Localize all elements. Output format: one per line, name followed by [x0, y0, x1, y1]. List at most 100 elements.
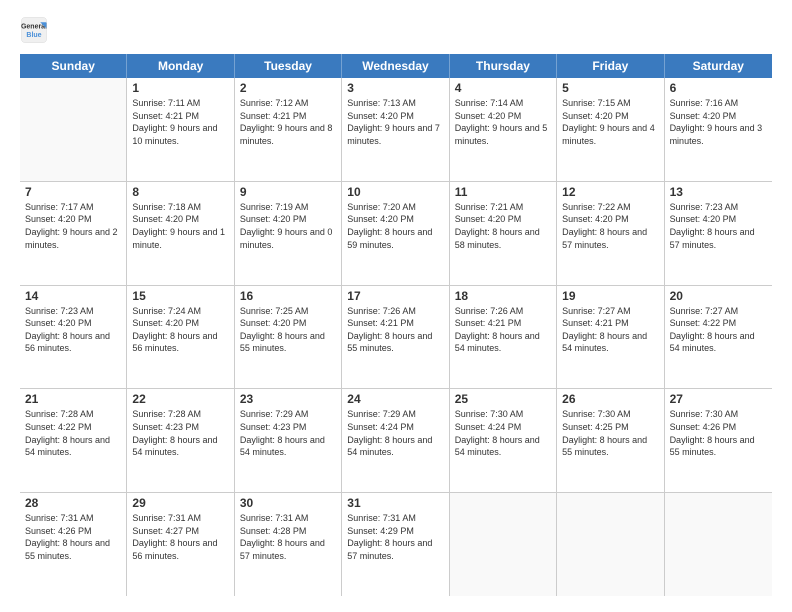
calendar-cell-14: 14 Sunrise: 7:23 AM Sunset: 4:20 PM Dayli…: [20, 286, 127, 389]
calendar-cell-10: 10 Sunrise: 7:20 AM Sunset: 4:20 PM Dayli…: [342, 182, 449, 285]
sun-info: Sunrise: 7:28 AM Sunset: 4:22 PM Dayligh…: [25, 408, 121, 458]
day-number: 2: [240, 81, 336, 95]
day-number: 12: [562, 185, 658, 199]
calendar-row-2: 7Sunrise: 7:17 AM Sunset: 4:20 PM Daylig…: [20, 182, 772, 286]
sun-info: Sunrise: 7:23 AM Sunset: 4:20 PM Dayligh…: [25, 305, 121, 355]
calendar-cell-6: 6 Sunrise: 7:16 AM Sunset: 4:20 PM Daylig…: [665, 78, 772, 181]
sun-info: Sunrise: 7:28 AM Sunset: 4:23 PM Dayligh…: [132, 408, 228, 458]
sun-info: Sunrise: 7:21 AM Sunset: 4:20 PM Dayligh…: [455, 201, 551, 251]
sun-info: Sunrise: 7:24 AM Sunset: 4:20 PM Dayligh…: [132, 305, 228, 355]
sun-info: Sunrise: 7:30 AM Sunset: 4:25 PM Dayligh…: [562, 408, 658, 458]
day-number: 10: [347, 185, 443, 199]
calendar-cell-19: 19Sunrise: 7:27 AM Sunset: 4:21 PM Dayli…: [557, 286, 664, 389]
sun-info: Sunrise: 7:11 AM Sunset: 4:21 PM Dayligh…: [132, 97, 228, 147]
svg-text:Blue: Blue: [26, 32, 41, 39]
calendar-cell-16: 16 Sunrise: 7:25 AM Sunset: 4:20 PM Dayli…: [235, 286, 342, 389]
day-number: 24: [347, 392, 443, 406]
day-header-friday: Friday: [557, 54, 664, 78]
calendar-cell-18: 18 Sunrise: 7:26 AM Sunset: 4:21 PM Dayli…: [450, 286, 557, 389]
sun-info: Sunrise: 7:25 AM Sunset: 4:20 PM Dayligh…: [240, 305, 336, 355]
sun-info: Sunrise: 7:26 AM Sunset: 4:21 PM Dayligh…: [347, 305, 443, 355]
day-number: 3: [347, 81, 443, 95]
calendar: SundayMondayTuesdayWednesdayThursdayFrid…: [20, 54, 772, 596]
calendar-cell-11: 11 Sunrise: 7:21 AM Sunset: 4:20 PM Dayli…: [450, 182, 557, 285]
day-header-tuesday: Tuesday: [235, 54, 342, 78]
calendar-cell-28: 28 Sunrise: 7:31 AM Sunset: 4:26 PM Dayli…: [20, 493, 127, 596]
calendar-cell-21: 21 Sunrise: 7:28 AM Sunset: 4:22 PM Dayli…: [20, 389, 127, 492]
sun-info: Sunrise: 7:19 AM Sunset: 4:20 PM Dayligh…: [240, 201, 336, 251]
sun-info: Sunrise: 7:26 AM Sunset: 4:21 PM Dayligh…: [455, 305, 551, 355]
day-number: 22: [132, 392, 228, 406]
day-number: 14: [25, 289, 121, 303]
sun-info: Sunrise: 7:29 AM Sunset: 4:24 PM Dayligh…: [347, 408, 443, 458]
calendar-cell-26: 26 Sunrise: 7:30 AM Sunset: 4:25 PM Dayli…: [557, 389, 664, 492]
day-number: 18: [455, 289, 551, 303]
day-number: 8: [132, 185, 228, 199]
sun-info: Sunrise: 7:12 AM Sunset: 4:21 PM Dayligh…: [240, 97, 336, 147]
day-number: 21: [25, 392, 121, 406]
sun-info: Sunrise: 7:27 AM Sunset: 4:21 PM Dayligh…: [562, 305, 658, 355]
calendar-cell-empty: [557, 493, 664, 596]
sun-info: Sunrise: 7:18 AM Sunset: 4:20 PM Dayligh…: [132, 201, 228, 251]
logo: General Blue: [20, 16, 52, 44]
day-number: 1: [132, 81, 228, 95]
day-header-wednesday: Wednesday: [342, 54, 449, 78]
sun-info: Sunrise: 7:22 AM Sunset: 4:20 PM Dayligh…: [562, 201, 658, 251]
sun-info: Sunrise: 7:15 AM Sunset: 4:20 PM Dayligh…: [562, 97, 658, 147]
sun-info: Sunrise: 7:31 AM Sunset: 4:29 PM Dayligh…: [347, 512, 443, 562]
calendar-cell-5: 5Sunrise: 7:15 AM Sunset: 4:20 PM Daylig…: [557, 78, 664, 181]
day-number: 26: [562, 392, 658, 406]
calendar-body: 1 Sunrise: 7:11 AM Sunset: 4:21 PM Daylig…: [20, 78, 772, 596]
day-number: 13: [670, 185, 767, 199]
calendar-cell-4: 4Sunrise: 7:14 AM Sunset: 4:20 PM Daylig…: [450, 78, 557, 181]
sun-info: Sunrise: 7:30 AM Sunset: 4:26 PM Dayligh…: [670, 408, 767, 458]
calendar-cell-9: 9 Sunrise: 7:19 AM Sunset: 4:20 PM Daylig…: [235, 182, 342, 285]
sun-info: Sunrise: 7:29 AM Sunset: 4:23 PM Dayligh…: [240, 408, 336, 458]
calendar-cell-17: 17 Sunrise: 7:26 AM Sunset: 4:21 PM Dayli…: [342, 286, 449, 389]
calendar-row-5: 28 Sunrise: 7:31 AM Sunset: 4:26 PM Dayli…: [20, 493, 772, 596]
day-header-thursday: Thursday: [450, 54, 557, 78]
calendar-cell-2: 2 Sunrise: 7:12 AM Sunset: 4:21 PM Daylig…: [235, 78, 342, 181]
calendar-cell-31: 31 Sunrise: 7:31 AM Sunset: 4:29 PM Dayli…: [342, 493, 449, 596]
calendar-cell-27: 27Sunrise: 7:30 AM Sunset: 4:26 PM Dayli…: [665, 389, 772, 492]
sun-info: Sunrise: 7:31 AM Sunset: 4:26 PM Dayligh…: [25, 512, 121, 562]
calendar-cell-24: 24 Sunrise: 7:29 AM Sunset: 4:24 PM Dayli…: [342, 389, 449, 492]
day-number: 9: [240, 185, 336, 199]
day-number: 6: [670, 81, 767, 95]
day-number: 17: [347, 289, 443, 303]
calendar-cell-23: 23Sunrise: 7:29 AM Sunset: 4:23 PM Dayli…: [235, 389, 342, 492]
sun-info: Sunrise: 7:16 AM Sunset: 4:20 PM Dayligh…: [670, 97, 767, 147]
day-number: 25: [455, 392, 551, 406]
sun-info: Sunrise: 7:17 AM Sunset: 4:20 PM Dayligh…: [25, 201, 121, 251]
day-number: 30: [240, 496, 336, 510]
calendar-cell-20: 20Sunrise: 7:27 AM Sunset: 4:22 PM Dayli…: [665, 286, 772, 389]
day-header-monday: Monday: [127, 54, 234, 78]
calendar-row-4: 21 Sunrise: 7:28 AM Sunset: 4:22 PM Dayli…: [20, 389, 772, 493]
sun-info: Sunrise: 7:31 AM Sunset: 4:28 PM Dayligh…: [240, 512, 336, 562]
sun-info: Sunrise: 7:20 AM Sunset: 4:20 PM Dayligh…: [347, 201, 443, 251]
calendar-header: SundayMondayTuesdayWednesdayThursdayFrid…: [20, 54, 772, 78]
sun-info: Sunrise: 7:13 AM Sunset: 4:20 PM Dayligh…: [347, 97, 443, 147]
calendar-cell-30: 30 Sunrise: 7:31 AM Sunset: 4:28 PM Dayli…: [235, 493, 342, 596]
calendar-row-1: 1 Sunrise: 7:11 AM Sunset: 4:21 PM Daylig…: [20, 78, 772, 182]
sun-info: Sunrise: 7:14 AM Sunset: 4:20 PM Dayligh…: [455, 97, 551, 147]
day-header-sunday: Sunday: [20, 54, 127, 78]
day-number: 15: [132, 289, 228, 303]
day-number: 20: [670, 289, 767, 303]
calendar-cell-empty: [450, 493, 557, 596]
day-number: 28: [25, 496, 121, 510]
day-number: 29: [132, 496, 228, 510]
calendar-cell-empty: [20, 78, 127, 181]
day-number: 31: [347, 496, 443, 510]
calendar-row-3: 14 Sunrise: 7:23 AM Sunset: 4:20 PM Dayli…: [20, 286, 772, 390]
day-number: 16: [240, 289, 336, 303]
day-number: 11: [455, 185, 551, 199]
calendar-cell-1: 1 Sunrise: 7:11 AM Sunset: 4:21 PM Daylig…: [127, 78, 234, 181]
calendar-cell-22: 22 Sunrise: 7:28 AM Sunset: 4:23 PM Dayli…: [127, 389, 234, 492]
logo-icon: General Blue: [20, 16, 48, 44]
sun-info: Sunrise: 7:23 AM Sunset: 4:20 PM Dayligh…: [670, 201, 767, 251]
calendar-cell-8: 8 Sunrise: 7:18 AM Sunset: 4:20 PM Daylig…: [127, 182, 234, 285]
calendar-cell-empty: [665, 493, 772, 596]
calendar-cell-3: 3 Sunrise: 7:13 AM Sunset: 4:20 PM Daylig…: [342, 78, 449, 181]
sun-info: Sunrise: 7:31 AM Sunset: 4:27 PM Dayligh…: [132, 512, 228, 562]
